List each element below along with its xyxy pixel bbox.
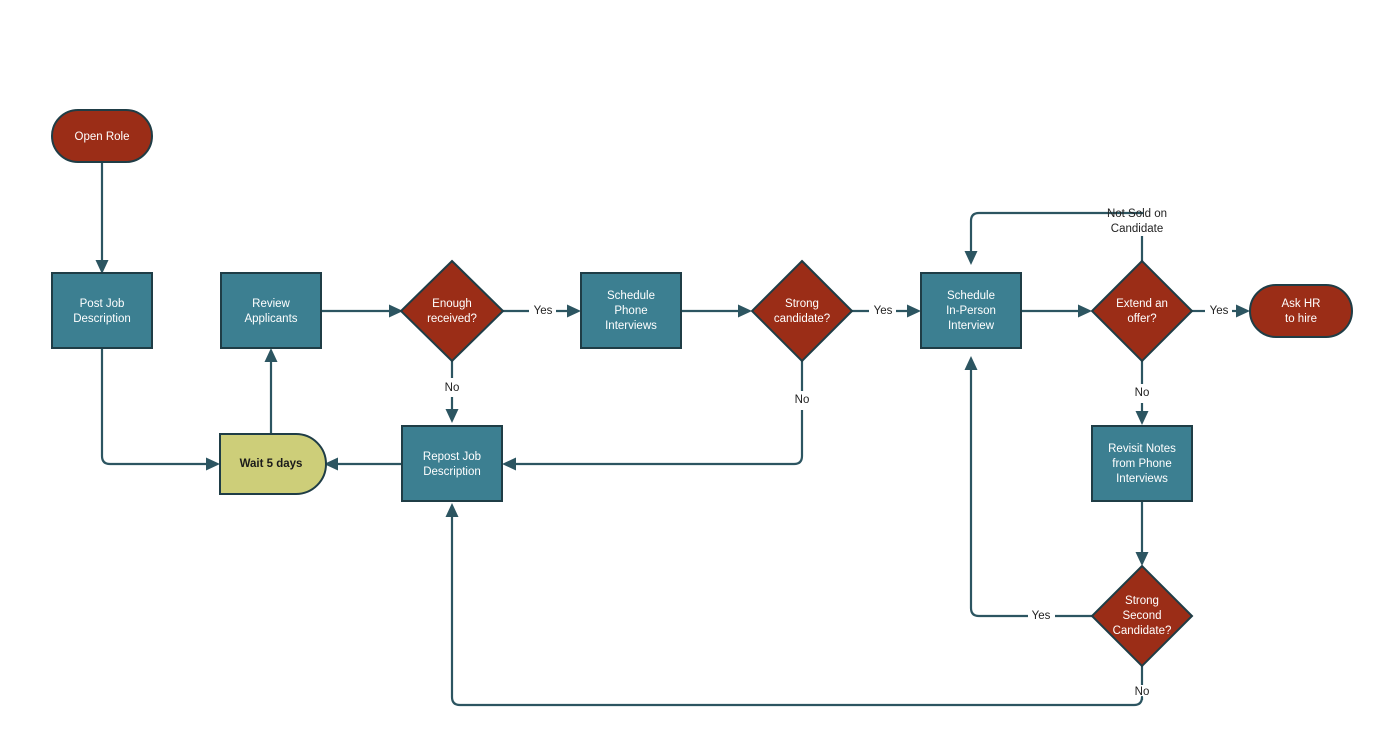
schedule-inperson-interview-shape[interactable]	[920, 272, 1022, 349]
schedule-phone-interviews-shape[interactable]	[580, 272, 682, 349]
node-strong-candidate[interactable]: Strong candidate?	[750, 259, 854, 363]
edge-strong-candidate-no-to-repost: No	[502, 361, 809, 471]
node-schedule-inperson-interview[interactable]: Schedule In-Person Interview	[920, 272, 1022, 349]
open-role-shape[interactable]	[51, 109, 153, 163]
edge-open-role-to-post-job	[95, 162, 109, 274]
edge-label-not-sold-line2: Candidate	[1111, 223, 1163, 235]
flowchart-canvas: Yes No Yes No Yes No Not Sold on Candida…	[0, 0, 1378, 735]
edge-revisit-notes-to-strong-second	[1135, 501, 1149, 566]
edge-strong-second-yes-to-inperson: Yes	[964, 356, 1092, 622]
node-open-role[interactable]: Open Role	[51, 109, 153, 163]
review-applicants-shape[interactable]	[220, 272, 322, 349]
ask-hr-to-hire-shape[interactable]	[1249, 284, 1353, 338]
node-review-applicants[interactable]: Review Applicants	[220, 272, 322, 349]
flowchart-svg: Yes No Yes No Yes No Not Sold on Candida…	[51, 109, 1353, 707]
enough-received-shape[interactable]	[399, 259, 505, 363]
edge-post-job-to-wait	[100, 348, 220, 471]
edge-label-enough-no: No	[445, 382, 460, 394]
node-extend-an-offer[interactable]: Extend an offer?	[1090, 259, 1194, 363]
extend-an-offer-shape[interactable]	[1090, 259, 1194, 363]
edge-label-strong-second-yes: Yes	[1032, 610, 1051, 622]
node-revisit-notes[interactable]: Revisit Notes from Phone Interviews	[1091, 425, 1193, 502]
post-job-description-shape[interactable]	[51, 272, 153, 349]
edge-strong-candidate-yes-to-inperson: Yes	[852, 304, 921, 318]
edge-label-enough-yes: Yes	[534, 305, 553, 317]
edge-schedule-phone-to-strong-candidate	[681, 304, 752, 318]
node-enough-received[interactable]: Enough received?	[399, 259, 505, 363]
node-wait-5-days[interactable]: Wait 5 days	[219, 433, 327, 495]
edge-repost-to-wait	[324, 457, 402, 471]
node-schedule-phone-interviews[interactable]: Schedule Phone Interviews	[580, 272, 682, 349]
edge-label-extend-offer-no: No	[1135, 387, 1150, 399]
edge-enough-yes-to-schedule-phone: Yes	[503, 304, 581, 318]
edge-review-to-enough	[321, 304, 403, 318]
edge-wait-to-review-applicants	[264, 348, 278, 437]
repost-job-description-shape[interactable]	[401, 425, 503, 502]
node-ask-hr-to-hire[interactable]: Ask HR to hire	[1249, 284, 1353, 338]
edge-label-extend-offer-yes: Yes	[1210, 305, 1229, 317]
node-layer: Open Role Post Job Description Review Ap…	[51, 109, 1353, 668]
edge-label-strong-candidate-no: No	[795, 394, 810, 406]
node-repost-job-description[interactable]: Repost Job Description	[401, 425, 503, 502]
edge-not-sold-loop-to-inperson: Not Sold on Candidate	[964, 208, 1167, 265]
edge-extend-offer-no-to-revisit-notes: No	[1135, 361, 1150, 425]
node-post-job-description[interactable]: Post Job Description	[51, 272, 153, 349]
wait-5-days-shape[interactable]	[219, 433, 327, 495]
edge-extend-offer-yes-to-ask-hr: Yes	[1192, 304, 1250, 318]
node-strong-second-candidate[interactable]: Strong Second Candidate?	[1090, 564, 1194, 668]
revisit-notes-shape[interactable]	[1091, 425, 1193, 502]
edge-strong-second-no-to-repost: No	[445, 503, 1149, 707]
strong-second-candidate-shape[interactable]	[1090, 564, 1194, 668]
edge-inperson-to-extend-offer	[1021, 304, 1092, 318]
strong-candidate-shape[interactable]	[750, 259, 854, 363]
edge-label-strong-candidate-yes: Yes	[874, 305, 893, 317]
edge-enough-no-to-repost: No	[445, 361, 460, 423]
